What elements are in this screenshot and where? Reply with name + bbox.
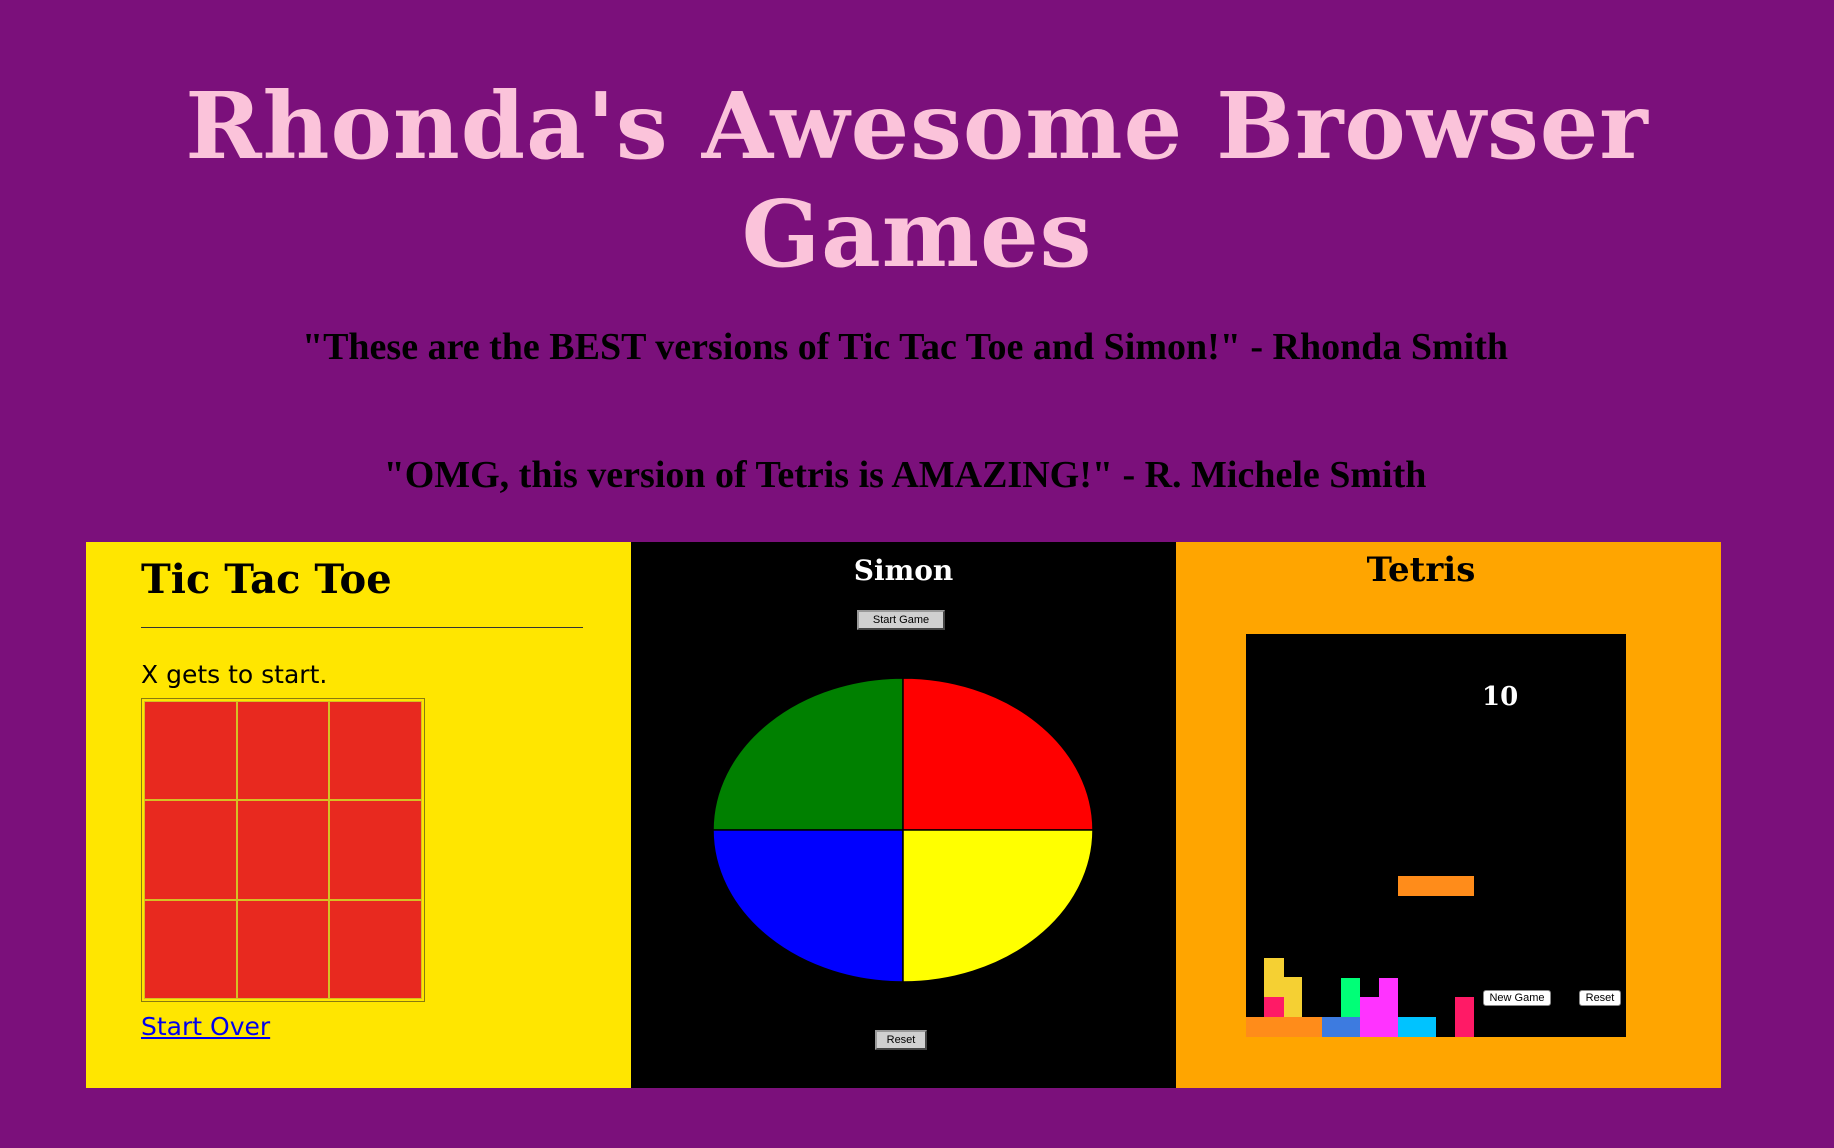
divider	[141, 627, 583, 628]
stacked-block	[1379, 978, 1398, 997]
tic-tac-toe-board	[141, 698, 425, 1002]
board-cell-9[interactable]	[329, 899, 422, 999]
tetris-panel: Tetris 10 New Game Reset	[1176, 542, 1721, 1088]
simon-green-pad[interactable]	[712, 677, 904, 831]
stacked-block	[1455, 997, 1474, 1037]
tetris-title: Tetris	[1366, 550, 1476, 590]
stacked-block	[1398, 1017, 1436, 1037]
stacked-block	[1341, 978, 1360, 1017]
game-status: X gets to start.	[141, 660, 328, 689]
quote-rhonda: "These are the BEST versions of Tic Tac …	[301, 326, 1509, 368]
board-cell-6[interactable]	[329, 800, 422, 900]
score-display: 10	[1482, 682, 1519, 712]
new-game-button[interactable]: New Game	[1483, 990, 1551, 1006]
simon-yellow-pad[interactable]	[902, 829, 1094, 983]
board-cell-8[interactable]	[236, 899, 330, 999]
tic-tac-toe-title: Tic Tac Toe	[141, 556, 392, 603]
falling-i-piece	[1398, 876, 1474, 896]
quote-michele: "OMG, this version of Tetris is AMAZING!…	[383, 454, 1427, 496]
board-cell-2[interactable]	[236, 701, 330, 801]
stacked-block	[1284, 977, 1302, 997]
board-cell-4[interactable]	[144, 800, 237, 900]
simon-panel: Simon Start Game Reset	[631, 542, 1176, 1088]
board-cell-3[interactable]	[329, 701, 422, 801]
tic-tac-toe-panel: Tic Tac Toe X gets to start. Start Over	[86, 542, 631, 1088]
stacked-block	[1284, 997, 1302, 1017]
page-title: Rhonda's Awesome Browser Games	[185, 72, 1649, 288]
board-cell-5[interactable]	[236, 800, 330, 900]
simon-wheel	[712, 677, 1094, 983]
tetris-board: 10 New Game Reset	[1246, 634, 1626, 1037]
board-cell-1[interactable]	[144, 701, 237, 801]
stacked-block	[1264, 997, 1284, 1017]
stacked-block	[1246, 1017, 1322, 1037]
simon-blue-pad[interactable]	[712, 829, 904, 983]
board-cell-7[interactable]	[144, 899, 237, 999]
stacked-block	[1322, 1017, 1360, 1037]
simon-reset-button[interactable]: Reset	[875, 1030, 927, 1050]
tetris-reset-button[interactable]: Reset	[1579, 990, 1621, 1006]
stacked-block	[1360, 997, 1398, 1037]
start-over-link[interactable]: Start Over	[141, 1012, 270, 1041]
simon-title: Simon	[853, 554, 954, 587]
stacked-block	[1264, 958, 1284, 997]
start-game-button[interactable]: Start Game	[857, 610, 945, 630]
simon-red-pad[interactable]	[902, 677, 1094, 831]
